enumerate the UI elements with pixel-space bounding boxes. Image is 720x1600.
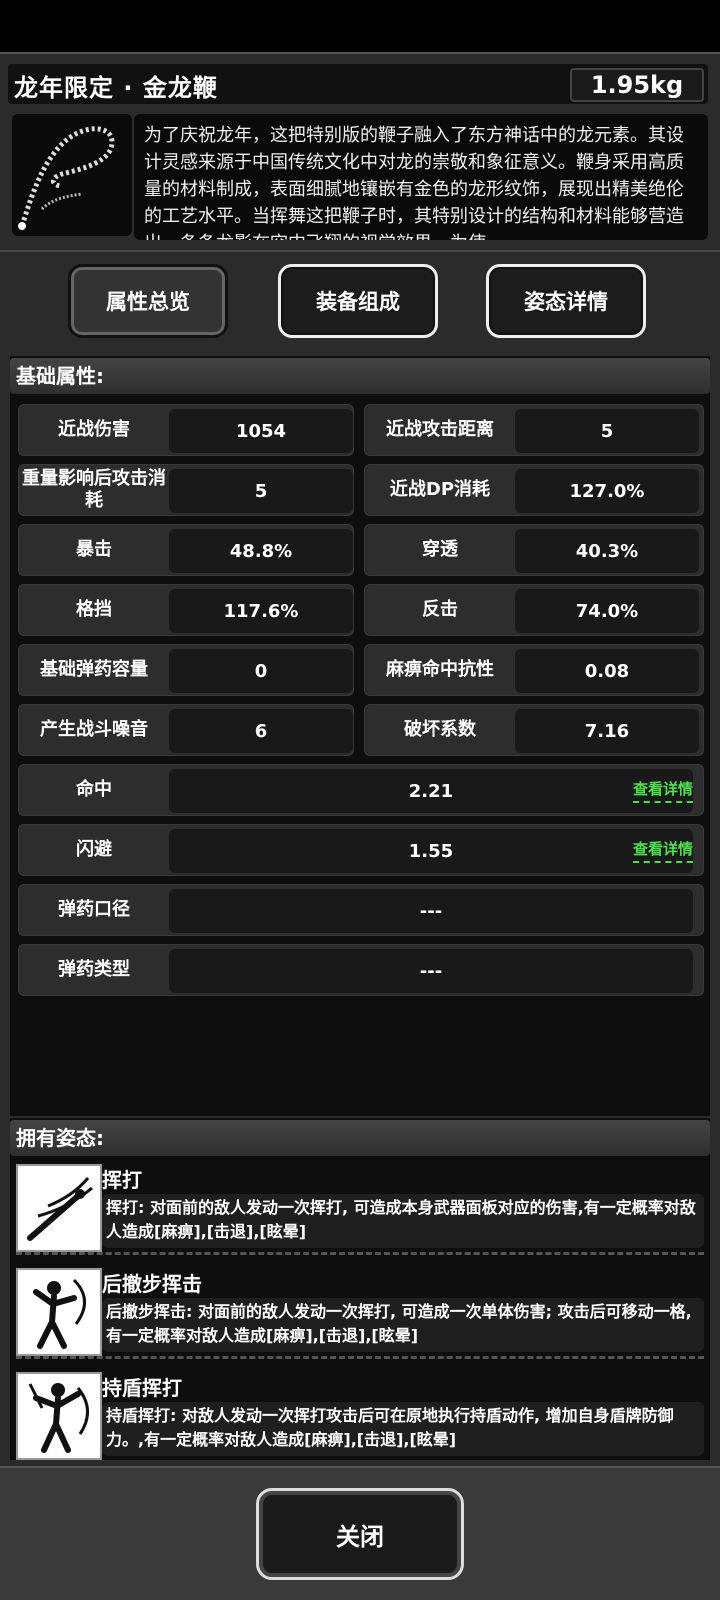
stance-item[interactable]: 挥打 挥打: 对面前的敌人发动一次挥打, 可造成本身武器面板对应的伤害,有一定概… bbox=[16, 1164, 704, 1252]
stat-ammo-type: 弹药类型 --- bbox=[18, 944, 704, 996]
item-description[interactable]: 为了庆祝龙年，这把特别版的鞭子融入了东方神话中的龙元素。其设计灵感来源于中国传统… bbox=[134, 114, 708, 240]
stat-label: 基础弹药容量 bbox=[40, 659, 148, 680]
stat-label: 近战DP消耗 bbox=[389, 479, 491, 500]
close-button[interactable]: 关闭 bbox=[256, 1488, 464, 1580]
stat-ammo-caliber: 弹药口径 --- bbox=[18, 884, 704, 936]
stance-description: 后撤步挥击: 对面前的敌人发动一次挥打, 可造成一次单体伤害; 攻击后可移动一格… bbox=[102, 1298, 704, 1352]
divider bbox=[16, 1356, 704, 1359]
stat-evasion: 闪避 1.55 查看详情 bbox=[18, 824, 704, 876]
stat-label: 暴击 bbox=[76, 539, 112, 560]
tab-attributes[interactable]: 属性总览 bbox=[68, 264, 228, 338]
stat-melee-dp: 近战DP消耗 127.0% bbox=[364, 464, 704, 516]
stance-name: 持盾挥打 bbox=[102, 1376, 182, 1400]
accuracy-detail-link[interactable]: 查看详情 bbox=[632, 778, 693, 803]
stat-value: 40.3% bbox=[515, 529, 699, 573]
stat-label: 近战攻击距离 bbox=[386, 419, 494, 440]
stance-name: 后撤步挥击 bbox=[102, 1272, 202, 1296]
stat-value: 0.08 bbox=[515, 649, 699, 693]
stat-value: --- bbox=[169, 889, 693, 933]
stat-value: 1054 bbox=[169, 409, 353, 453]
backstep-strike-icon bbox=[16, 1268, 102, 1356]
swing-stance-icon bbox=[16, 1164, 102, 1252]
stat-value: 2.21 bbox=[169, 769, 693, 813]
stat-penetration: 穿透 40.3% bbox=[364, 524, 704, 576]
stat-value: 6 bbox=[169, 709, 353, 753]
stat-label: 弹药口径 bbox=[58, 899, 130, 920]
stat-value: 0 bbox=[169, 649, 353, 693]
stat-label: 反击 bbox=[422, 599, 458, 620]
stat-melee-damage: 近战伤害 1054 bbox=[18, 404, 354, 456]
divider bbox=[16, 1252, 704, 1255]
stat-paralysis-resist: 麻痹命中抗性 0.08 bbox=[364, 644, 704, 696]
stat-noise: 产生战斗噪音 6 bbox=[18, 704, 354, 756]
stat-destruction: 破坏系数 7.16 bbox=[364, 704, 704, 756]
whip-icon bbox=[12, 114, 132, 236]
stat-label: 麻痹命中抗性 bbox=[386, 659, 494, 680]
stat-value: 127.0% bbox=[515, 469, 699, 513]
stance-item[interactable]: 后撤步挥击 后撤步挥击: 对面前的敌人发动一次挥打, 可造成一次单体伤害; 攻击… bbox=[16, 1268, 704, 1356]
stat-label: 穿透 bbox=[422, 539, 458, 560]
tab-equipment[interactable]: 装备组成 bbox=[278, 264, 438, 338]
basic-attributes-heading: 基础属性: bbox=[10, 358, 710, 394]
stat-label: 重量影响后攻击消耗 bbox=[22, 468, 166, 511]
stat-value: 74.0% bbox=[515, 589, 699, 633]
evasion-detail-link[interactable]: 查看详情 bbox=[632, 838, 693, 863]
stance-description: 持盾挥打: 对敌人发动一次挥打攻击后可在原地执行持盾动作, 增加自身盾牌防御力。… bbox=[102, 1402, 704, 1456]
stat-value: 7.16 bbox=[515, 709, 699, 753]
stat-value: 5 bbox=[515, 409, 699, 453]
stat-label: 近战伤害 bbox=[58, 419, 130, 440]
stat-ammo-capacity: 基础弹药容量 0 bbox=[18, 644, 354, 696]
stat-value: --- bbox=[169, 949, 693, 993]
stat-accuracy: 命中 2.21 查看详情 bbox=[18, 764, 704, 816]
stat-value: 1.55 bbox=[169, 829, 693, 873]
stance-description: 挥打: 对面前的敌人发动一次挥打, 可造成本身武器面板对应的伤害,有一定概率对敌… bbox=[102, 1194, 704, 1248]
stat-weight-cost: 重量影响后攻击消耗 5 bbox=[18, 464, 354, 516]
stat-label: 破坏系数 bbox=[404, 719, 476, 740]
stat-counter: 反击 74.0% bbox=[364, 584, 704, 636]
stat-value: 5 bbox=[169, 469, 353, 513]
stat-label: 格挡 bbox=[76, 599, 112, 620]
stances-heading: 拥有姿态: bbox=[10, 1120, 710, 1156]
shield-swing-icon bbox=[16, 1372, 102, 1460]
stat-value: 48.8% bbox=[169, 529, 353, 573]
stance-item[interactable]: 持盾挥打 持盾挥打: 对敌人发动一次挥打攻击后可在原地执行持盾动作, 增加自身盾… bbox=[16, 1372, 704, 1460]
stat-block: 格挡 117.6% bbox=[18, 584, 354, 636]
stat-label: 命中 bbox=[76, 779, 112, 800]
tab-stances[interactable]: 姿态详情 bbox=[486, 264, 646, 338]
stat-label: 弹药类型 bbox=[58, 959, 130, 980]
stat-crit: 暴击 48.8% bbox=[18, 524, 354, 576]
stat-label: 闪避 bbox=[76, 839, 112, 860]
stat-melee-range: 近战攻击距离 5 bbox=[364, 404, 704, 456]
stat-value: 117.6% bbox=[169, 589, 353, 633]
item-title: 龙年限定 · 金龙鞭 bbox=[14, 74, 218, 102]
stance-name: 挥打 bbox=[102, 1168, 142, 1192]
stat-label: 产生战斗噪音 bbox=[40, 719, 148, 740]
item-weight: 1.95kg bbox=[570, 68, 704, 102]
